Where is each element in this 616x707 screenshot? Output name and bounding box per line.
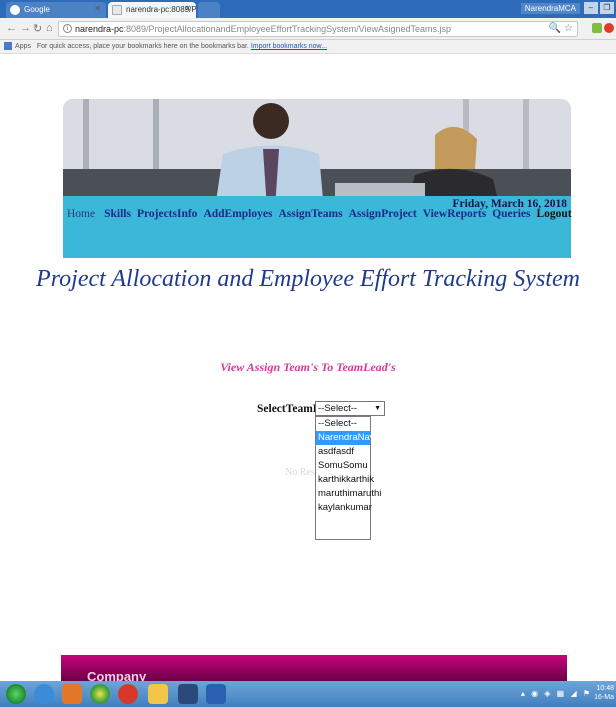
clock-date: 16-Ma xyxy=(594,694,614,701)
window-controls: – ❐ xyxy=(584,2,614,14)
address-bar[interactable]: i narendra-pc:8089/ProjectAllocationandE… xyxy=(58,21,578,37)
restore-icon[interactable]: ❐ xyxy=(600,2,614,14)
dropdown-option[interactable]: asdfasdf xyxy=(316,445,370,459)
info-icon[interactable]: i xyxy=(63,24,72,33)
file-explorer-icon[interactable] xyxy=(148,684,168,704)
menu-home-link[interactable]: Home xyxy=(67,208,95,220)
reload-icon[interactable]: ↻ xyxy=(33,22,42,35)
back-icon[interactable]: ← xyxy=(6,22,17,34)
menu-addemployes-link[interactable]: AddEmployes xyxy=(203,208,272,220)
page-footer: Company xyxy=(61,655,567,681)
tab-label: Google xyxy=(24,5,50,14)
close-icon[interactable]: ✕ xyxy=(184,4,191,13)
teamlead-select[interactable]: --Select-- ▼ xyxy=(315,401,385,416)
system-tray-icons[interactable]: ▴ ◉ ◈ ▦ ◢ ⚑ xyxy=(521,689,592,698)
address-path: :8089/ProjectAllocationandEmployeeEffort… xyxy=(123,24,452,34)
new-tab-button[interactable] xyxy=(198,2,220,18)
apps-label[interactable]: Apps xyxy=(15,43,31,50)
teamlead-dropdown-list: --Select-- NarendraNaveen asdfasdf SomuS… xyxy=(315,416,390,540)
java-icon[interactable] xyxy=(62,684,82,704)
menu-assignteams-link[interactable]: AssignTeams xyxy=(278,208,342,220)
dropdown-option[interactable]: SomuSomu xyxy=(316,459,370,473)
google-icon xyxy=(10,5,20,15)
windows-taskbar: ▴ ◉ ◈ ▦ ◢ ⚑ 10:48 16-Ma xyxy=(0,681,616,707)
forward-icon[interactable]: → xyxy=(20,22,31,34)
import-bookmarks-link[interactable]: Import bookmarks now... xyxy=(251,43,327,50)
extension-icon[interactable] xyxy=(592,23,602,33)
eclipse-icon[interactable] xyxy=(178,684,198,704)
chrome-icon[interactable] xyxy=(90,684,110,704)
opera-icon[interactable] xyxy=(604,23,614,33)
select-current-value: --Select-- xyxy=(318,403,358,414)
page-icon xyxy=(112,5,122,15)
dropdown-option[interactable]: --Select-- xyxy=(316,417,370,431)
footer-title: Company xyxy=(87,669,147,681)
no-result-text: No Res xyxy=(285,467,315,478)
apps-icon[interactable] xyxy=(4,42,12,51)
menu-skills-link[interactable]: Skills xyxy=(104,208,131,220)
browser-toolbar: ← → ↻ ⌂ i narendra-pc:8089/ProjectAlloca… xyxy=(0,18,616,40)
dropdown-option[interactable]: maruthimaruthi xyxy=(316,487,381,501)
site-title: Project Allocation and Employee Effort T… xyxy=(36,266,580,292)
chevron-down-icon: ▼ xyxy=(374,405,381,412)
main-menu-bar: Home Skills ProjectsInfo AddEmployes Ass… xyxy=(63,196,572,258)
tab-active-page[interactable]: narendra-pc:8089/Proje ✕ xyxy=(108,2,196,18)
tab-google[interactable]: Google ✕ xyxy=(6,2,106,18)
word-icon[interactable] xyxy=(206,684,226,704)
dropdown-option[interactable]: karthikkarthik xyxy=(316,473,374,487)
internet-explorer-icon[interactable] xyxy=(34,684,54,704)
page-subheading: View Assign Team's To TeamLead's xyxy=(220,360,396,374)
user-badge[interactable]: NarendraMCA xyxy=(520,3,580,14)
dropdown-option-highlighted[interactable]: NarendraNaveen xyxy=(316,431,390,445)
menu-projectsinfo-link[interactable]: ProjectsInfo xyxy=(137,208,197,220)
minimize-icon[interactable]: – xyxy=(584,2,598,14)
bookmarks-bar: Apps For quick access, place your bookma… xyxy=(0,40,616,54)
zoom-star-icons[interactable]: 🔍 ☆ xyxy=(549,22,573,36)
address-host: narendra-pc xyxy=(75,24,124,34)
browser-tab-strip: Google ✕ narendra-pc:8089/Proje ✕ Narend… xyxy=(0,0,616,18)
bookmarks-hint: For quick access, place your bookmarks h… xyxy=(36,43,249,50)
opera-icon[interactable] xyxy=(118,684,138,704)
close-icon[interactable]: ✕ xyxy=(94,4,101,13)
clock-time: 10:48 xyxy=(596,685,614,692)
home-icon[interactable]: ⌂ xyxy=(46,22,53,34)
taskbar-clock[interactable]: 10:48 16-Ma xyxy=(594,684,614,702)
current-date: Friday, March 16, 2018 xyxy=(452,198,567,210)
dropdown-option[interactable]: kaylankumar xyxy=(316,501,372,515)
menu-assignproject-link[interactable]: AssignProject xyxy=(349,208,417,220)
start-icon[interactable] xyxy=(6,684,26,704)
